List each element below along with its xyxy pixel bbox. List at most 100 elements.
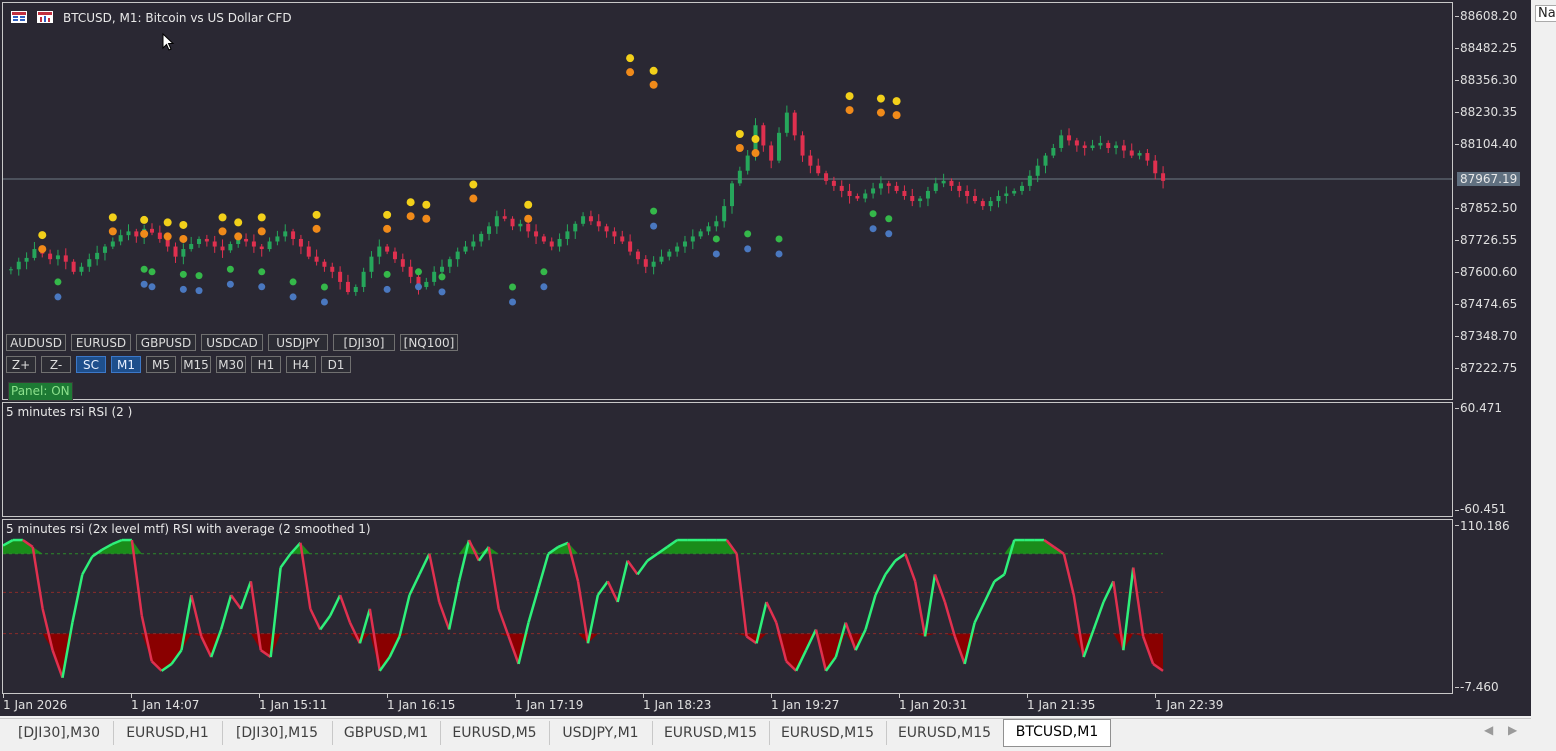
symbol-button-audusd[interactable]: AUDUSD — [6, 334, 66, 351]
candle-body — [777, 132, 782, 161]
rsi-line-segment — [497, 608, 510, 637]
chart-list-icon[interactable] — [11, 11, 27, 23]
chart-tab-bar: ◀ ▶ [DJI30],M30 EURUSD,H1 [DJI30],M15 GBPUS… — [0, 718, 1531, 751]
candle-body — [251, 241, 256, 247]
timeframe-button-sc[interactable]: SC — [76, 356, 106, 373]
chart-tab[interactable]: BTCUSD,M1 — [1003, 719, 1111, 747]
candle-body — [1051, 147, 1056, 156]
candle-body — [95, 252, 100, 260]
rsi-line-segment — [190, 594, 203, 637]
signal-down-orange — [751, 149, 760, 158]
rsi-pane-2[interactable]: 5 minutes rsi (2x level mtf) RSI with av… — [2, 519, 1453, 694]
candle-body — [87, 259, 92, 267]
chart-tab[interactable]: [DJI30],M15 — [222, 721, 333, 745]
tab-scroll-left-icon[interactable]: ◀ — [1484, 723, 1493, 737]
candle-body — [518, 223, 523, 227]
candle-body — [63, 255, 68, 262]
candle-body — [330, 266, 335, 272]
candle-body — [24, 257, 29, 262]
price-tick-label: 87348.70 — [1460, 329, 1518, 343]
candle-body — [988, 201, 993, 207]
timeframe-button-d1[interactable]: D1 — [321, 356, 351, 373]
navigator-side-strip[interactable]: Na — [1531, 0, 1556, 750]
rsi-pane-1[interactable]: 5 minutes rsi RSI (2 ) — [2, 402, 1453, 517]
rsi-line-segment — [943, 601, 956, 637]
candle-body — [471, 241, 476, 247]
candle-body — [628, 241, 633, 252]
chart-tab[interactable]: GBPUSD,M1 — [332, 721, 441, 745]
candle-body — [150, 228, 154, 233]
rsi-line-segment — [447, 581, 461, 630]
mouse-cursor-icon — [162, 33, 175, 51]
symbol-button-usdcad[interactable]: USDCAD — [201, 334, 263, 351]
chart-tab[interactable]: [DJI30],M30 — [5, 721, 114, 745]
rsi-line-segment — [923, 574, 937, 637]
price-tick-label: 88230.35 — [1460, 105, 1518, 119]
rsi-line-segment — [1003, 539, 1016, 575]
candle-body — [941, 180, 946, 184]
candle-body — [463, 246, 468, 252]
chart-area[interactable]: BTCUSD, M1: Bitcoin vs US Dollar CFD Pan… — [0, 0, 1531, 716]
candle-body — [894, 185, 899, 191]
candle-body — [369, 256, 374, 272]
timeframe-button-h1[interactable]: H1 — [251, 356, 281, 373]
candle-body — [173, 246, 178, 257]
symbol-button-usdjpy[interactable]: USDJPY — [268, 334, 328, 351]
chart-tab[interactable]: EURUSD,M5 — [440, 721, 550, 745]
main-price-pane[interactable]: BTCUSD, M1: Bitcoin vs US Dollar CFD Pan… — [2, 2, 1453, 401]
candle-body — [134, 231, 139, 237]
price-scale[interactable]: 87967.19 60.471 -60.451 110.186 -7.460 8… — [1455, 0, 1531, 716]
symbol-button-eurusd[interactable]: EURUSD — [71, 334, 131, 351]
candle-body — [643, 259, 648, 267]
chart-tab[interactable]: EURUSD,M15 — [886, 721, 1004, 745]
navigator-label[interactable]: Na — [1535, 5, 1556, 22]
timeframe-button-m1[interactable]: M1 — [111, 356, 141, 373]
symbol-button-gbpusd[interactable]: GBPUSD — [136, 334, 196, 351]
candle-body — [1027, 175, 1032, 186]
candle-body — [910, 196, 915, 202]
candle-body — [228, 244, 233, 251]
time-axis[interactable]: 1 Jan 2026 1 Jan 14:07 1 Jan 15:11 1 Jan 16… — [0, 694, 1453, 716]
rsi-line-segment — [398, 594, 411, 637]
chart-tab[interactable]: EURUSD,H1 — [113, 721, 223, 745]
timeframe-button-zminus[interactable]: Z- — [41, 356, 71, 373]
symbol-button-dji30[interactable]: [DJI30] — [333, 334, 395, 351]
chart-tab[interactable]: EURUSD,M15 — [769, 721, 887, 745]
candle-body — [714, 221, 719, 227]
tab-scroll-right-icon[interactable]: ▶ — [1508, 723, 1517, 737]
rsi-line-segment — [1132, 567, 1145, 637]
candle-body — [902, 190, 907, 196]
panel-status-badge[interactable]: Panel: ON — [8, 382, 73, 401]
price-tick-label: 87852.50 — [1460, 201, 1518, 215]
candle-body — [291, 231, 296, 239]
time-tick-label: 1 Jan 20:31 — [899, 698, 968, 712]
timeframe-button-zplus[interactable]: Z+ — [6, 356, 36, 373]
candle-body — [1129, 150, 1134, 156]
signal-up-green — [383, 270, 391, 278]
candle-body — [71, 261, 76, 272]
rsi-line-segment — [636, 559, 649, 576]
candle-body — [79, 266, 84, 272]
chart-window-icon[interactable] — [37, 11, 53, 23]
signal-down-yellow — [845, 92, 854, 101]
candle-body — [1098, 142, 1103, 146]
rsi-line-segment — [319, 615, 332, 631]
signal-up-green — [258, 268, 266, 276]
chart-tab[interactable]: USDJPY,M1 — [549, 721, 653, 745]
candle-body — [769, 145, 774, 161]
chart-tab[interactable]: EURUSD,M15 — [652, 721, 770, 745]
timeframe-button-m15[interactable]: M15 — [181, 356, 211, 373]
candle-body — [1153, 160, 1158, 174]
timeframe-button-h4[interactable]: H4 — [286, 356, 316, 373]
signal-down-yellow — [140, 215, 149, 224]
rsi-line-segment — [338, 594, 352, 624]
timeframe-button-m30[interactable]: M30 — [216, 356, 246, 373]
rsi1-title: 5 minutes rsi RSI (2 ) — [6, 405, 133, 419]
candle-body — [549, 241, 554, 247]
rsi-line-segment — [348, 622, 362, 644]
symbol-button-nq100[interactable]: [NQ100] — [400, 334, 458, 351]
signal-down-yellow — [218, 213, 227, 222]
chart-symbol-title: BTCUSD, M1: Bitcoin vs US Dollar CFD — [63, 11, 292, 25]
signal-up-green — [869, 210, 877, 218]
timeframe-button-m5[interactable]: M5 — [146, 356, 176, 373]
